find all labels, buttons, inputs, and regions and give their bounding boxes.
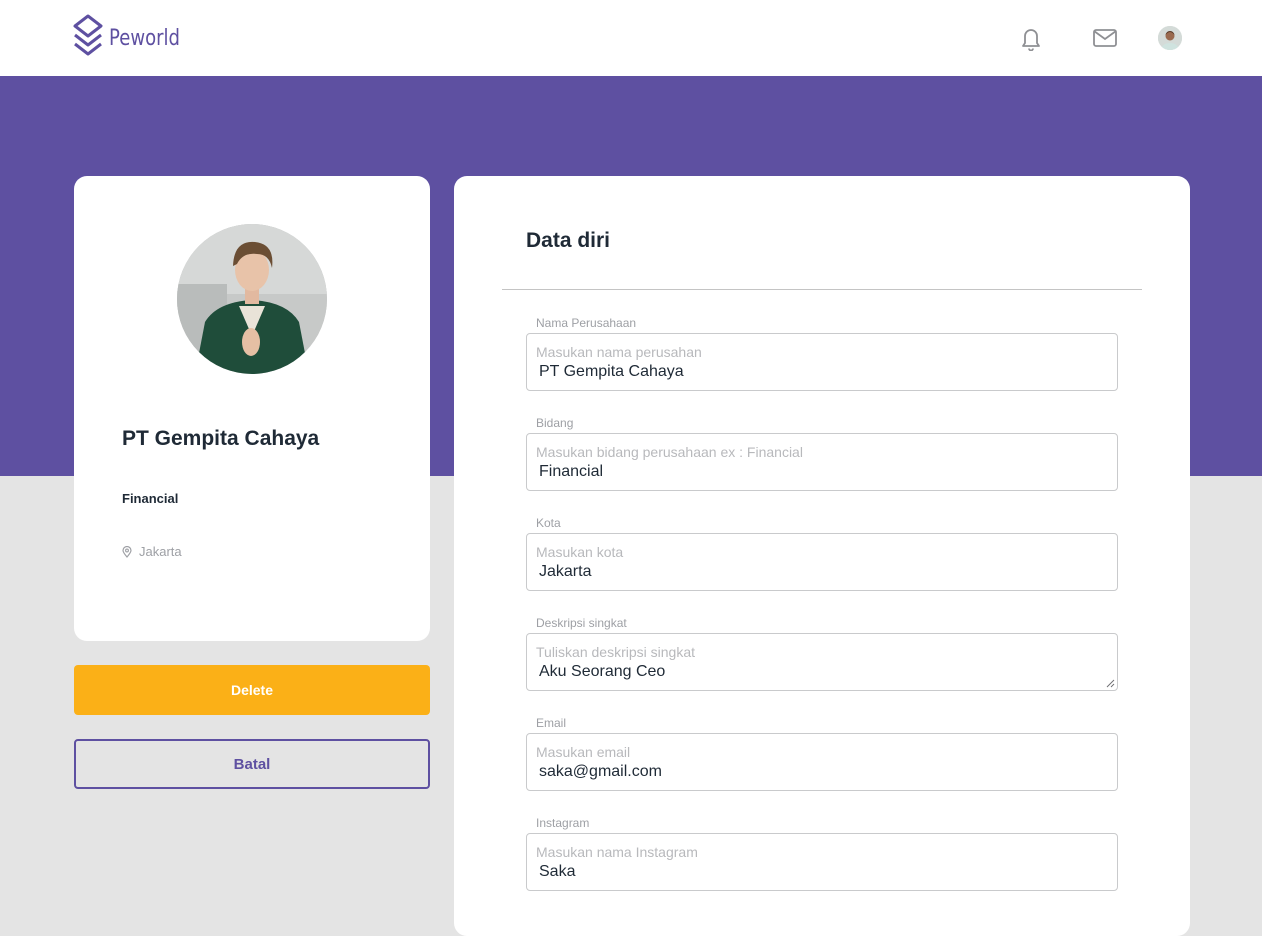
field-label: Bidang — [536, 416, 574, 430]
field-placeholder: Masukan nama perusahan — [536, 344, 702, 360]
company-location: Jakarta — [122, 544, 182, 559]
email-input[interactable]: Masukan email saka@gmail.com — [526, 733, 1118, 791]
brand-name: Peworld — [109, 25, 181, 51]
form-title: Data diri — [526, 229, 611, 252]
business-field-input[interactable]: Masukan bidang perusahaan ex : Financial… — [526, 433, 1118, 491]
map-pin-icon — [122, 545, 132, 558]
user-avatar-image — [1158, 26, 1182, 50]
profile-card: PT Gempita Cahaya Financial Jakarta — [74, 176, 430, 641]
user-avatar[interactable] — [1158, 26, 1182, 50]
company-name-input[interactable]: Masukan nama perusahan PT Gempita Cahaya — [526, 333, 1118, 391]
field-value: Jakarta — [539, 563, 592, 580]
field-placeholder: Masukan kota — [536, 544, 624, 560]
company-name: PT Gempita Cahaya — [122, 427, 320, 450]
field-label: Nama Perusahaan — [536, 316, 637, 330]
business-field-field: Bidang Masukan bidang perusahaan ex : Fi… — [526, 416, 1118, 491]
field-value: saka@gmail.com — [539, 763, 662, 780]
city-input[interactable]: Masukan kota Jakarta — [526, 533, 1118, 591]
form-divider — [502, 289, 1142, 290]
instagram-input[interactable]: Masukan nama Instagram Saka — [526, 833, 1118, 891]
delete-button[interactable]: Delete — [74, 665, 430, 715]
profile-photo-image — [177, 224, 327, 374]
mail-icon[interactable] — [1092, 28, 1118, 48]
field-label: Email — [536, 716, 567, 730]
field-placeholder: Masukan nama Instagram — [536, 844, 698, 860]
field-value: PT Gempita Cahaya — [539, 363, 684, 380]
field-placeholder: Tuliskan deskripsi singkat — [536, 644, 695, 660]
field-label: Kota — [536, 516, 561, 530]
city-field: Kota Masukan kota Jakarta — [526, 516, 1118, 591]
field-placeholder: Masukan email — [536, 744, 631, 760]
email-field: Email Masukan email saka@gmail.com — [526, 716, 1118, 791]
resize-handle-icon[interactable] — [1106, 679, 1115, 688]
field-value: Saka — [539, 863, 576, 880]
company-city: Jakarta — [139, 544, 182, 559]
cancel-button[interactable]: Batal — [74, 739, 430, 789]
description-textarea[interactable]: Tuliskan deskripsi singkat Aku Seorang C… — [526, 633, 1118, 691]
field-label: Deskripsi singkat — [536, 616, 627, 630]
field-placeholder: Masukan bidang perusahaan ex : Financial — [536, 444, 803, 460]
field-value: Aku Seorang Ceo — [539, 663, 666, 680]
company-name-field: Nama Perusahaan Masukan nama perusahan P… — [526, 316, 1118, 391]
description-field: Deskripsi singkat Tuliskan deskripsi sin… — [526, 616, 1118, 691]
brand-logo[interactable]: Peworld — [73, 14, 196, 62]
company-field: Financial — [122, 491, 179, 506]
navbar: Peworld — [0, 0, 1262, 76]
logo-icon — [73, 14, 103, 56]
bell-icon[interactable] — [1019, 25, 1043, 51]
instagram-field: Instagram Masukan nama Instagram Saka — [526, 816, 1118, 891]
profile-photo[interactable] — [177, 224, 327, 374]
field-value: Financial — [539, 463, 604, 480]
form-card: Data diri Nama Perusahaan Masukan nama p… — [454, 176, 1190, 936]
field-label: Instagram — [536, 816, 590, 830]
